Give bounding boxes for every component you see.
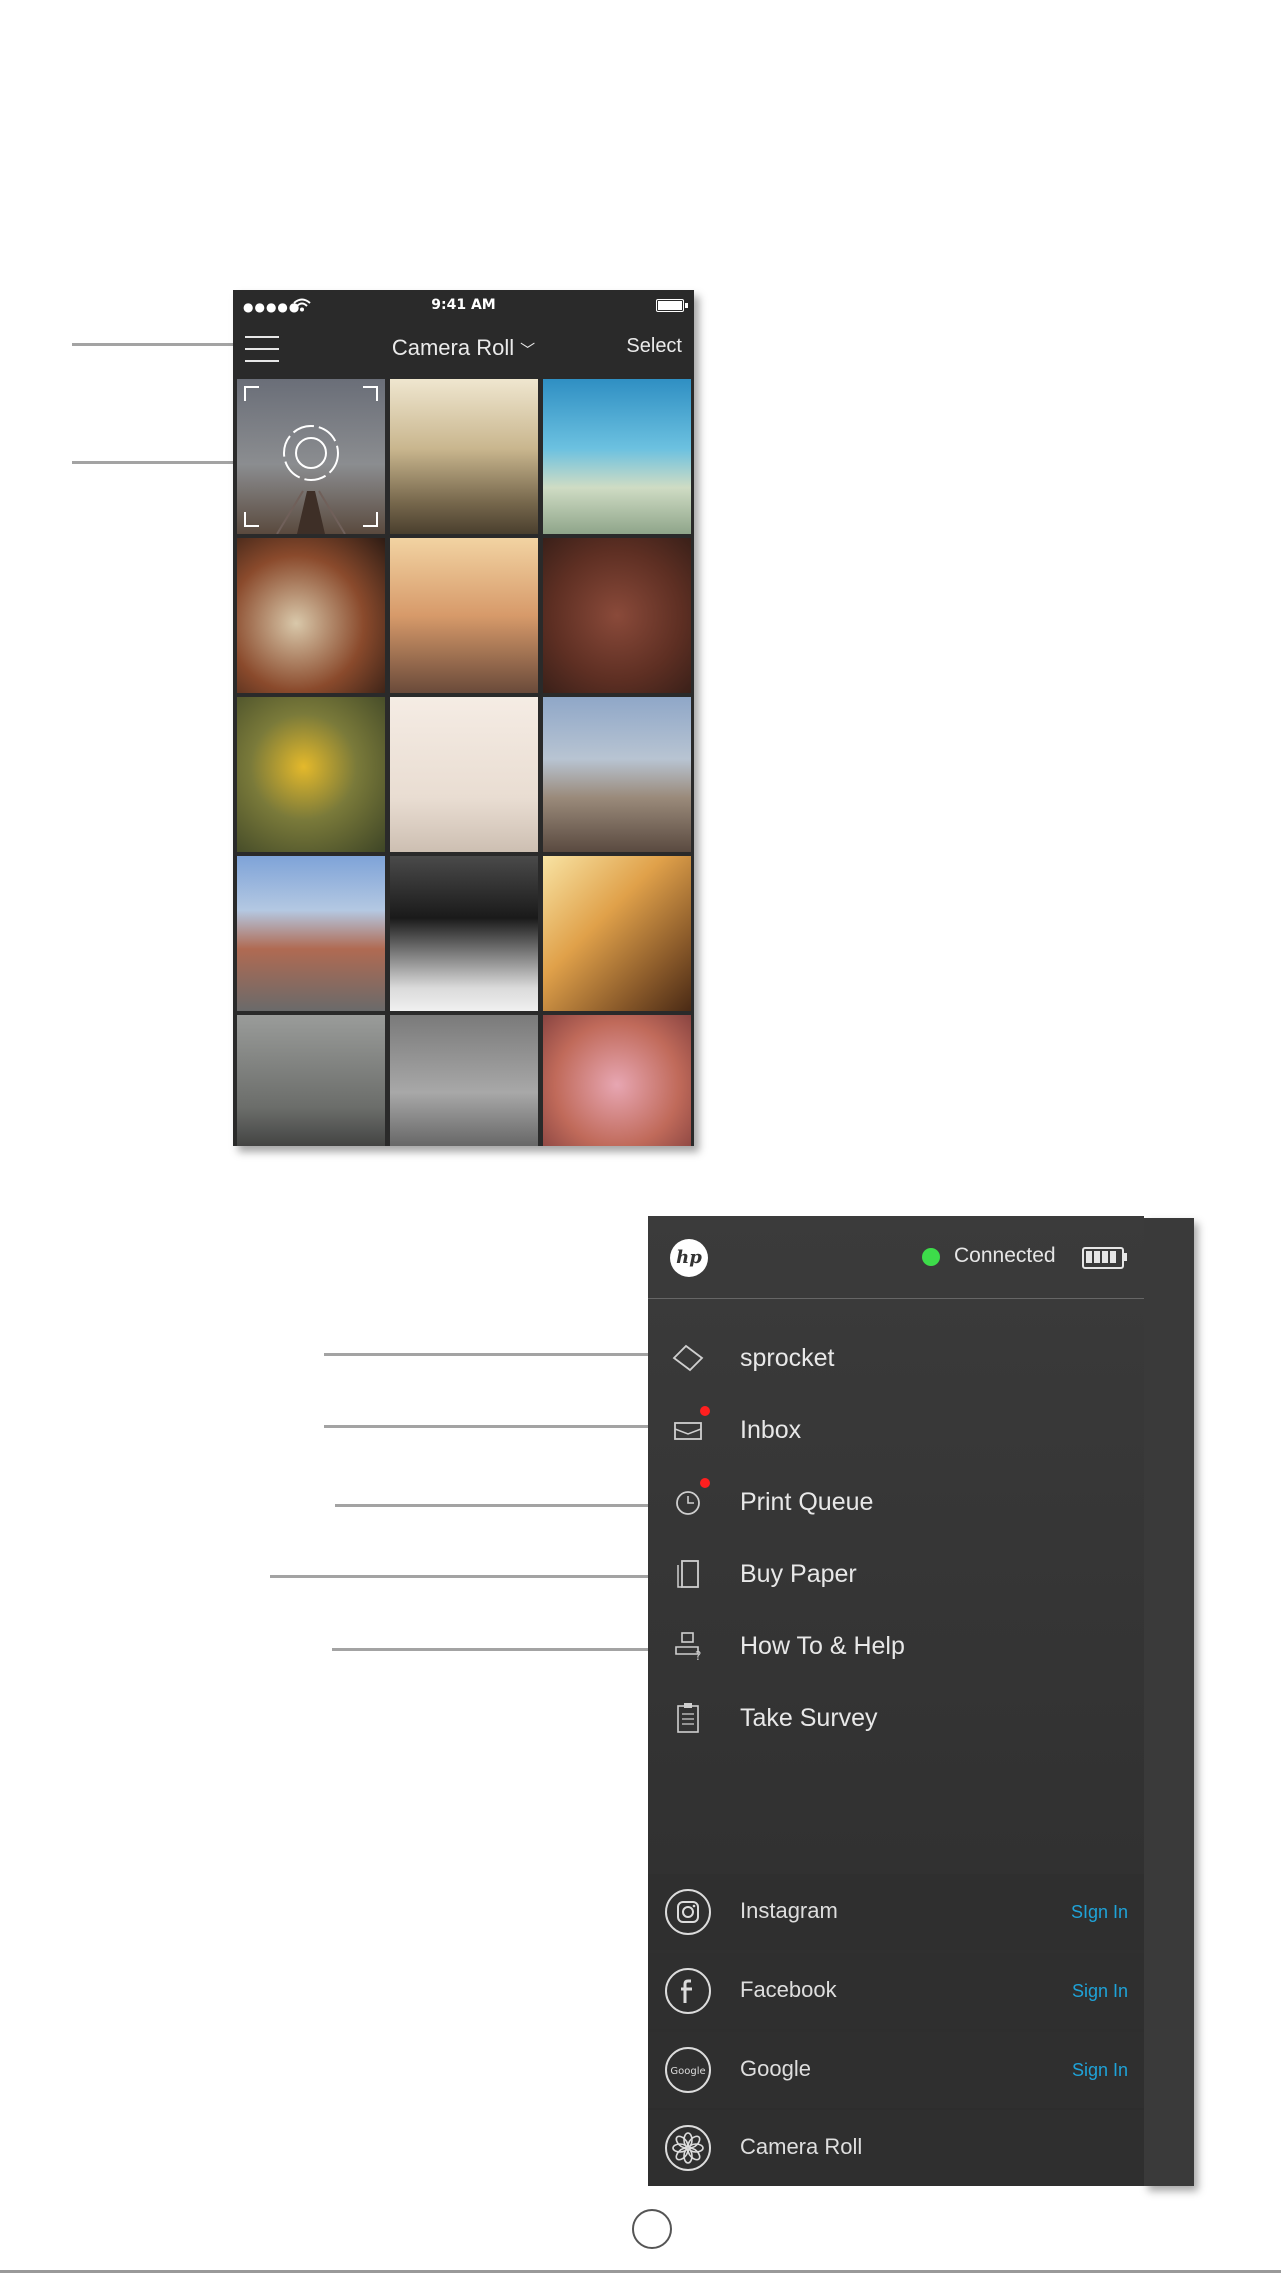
battery-nub	[685, 303, 688, 308]
hp-logo-icon: hp	[670, 1239, 708, 1277]
status-time: 9:41 AM	[431, 297, 496, 313]
menu-item-buy-paper[interactable]: Buy Paper	[648, 1544, 1144, 1604]
facebook-sign-in-link[interactable]: Sign In	[1072, 1981, 1128, 2002]
help-icon: ?	[675, 1632, 701, 1663]
photo-sandwich[interactable]	[237, 538, 385, 693]
menu-item-sprocket[interactable]: sprocket	[648, 1328, 1144, 1388]
battery-nub	[1124, 1253, 1127, 1261]
nav-bar: Camera Roll ﹀ Select	[233, 322, 694, 380]
social-row-camera-roll[interactable]: Camera Roll	[648, 2110, 1144, 2186]
social-label: Instagram	[740, 1898, 838, 1923]
photo-palm-trees[interactable]	[390, 697, 538, 852]
camera-viewfinder-icon	[244, 386, 378, 534]
google-icon: Google	[665, 2047, 711, 2093]
leader-line	[335, 1504, 665, 1507]
album-title: Camera Roll	[391, 335, 515, 360]
instagram-sign-in-link[interactable]: SIgn In	[1071, 1902, 1128, 1923]
photo-hiker-mountain[interactable]	[390, 379, 538, 534]
menu-item-how-to-help[interactable]: ? How To & Help	[648, 1616, 1144, 1676]
photo-beer-flight[interactable]	[543, 538, 691, 693]
menu-background-edge	[1144, 1218, 1194, 2186]
photo-friends-selfie[interactable]	[390, 538, 538, 693]
menu-item-label: Print Queue	[740, 1488, 874, 1516]
facebook-icon	[665, 1968, 711, 2014]
leader-line	[72, 461, 244, 464]
photo-cupcakes[interactable]	[543, 1015, 691, 1146]
menu-header: hp Connected	[648, 1216, 1144, 1299]
social-row-instagram[interactable]: Instagram SIgn In	[648, 1874, 1144, 1950]
menu-item-label: Buy Paper	[740, 1560, 857, 1588]
select-button[interactable]: Select	[626, 335, 682, 358]
printer-battery-icon	[1082, 1247, 1124, 1269]
sprocket-icon	[672, 1344, 704, 1372]
instagram-icon	[665, 1889, 711, 1935]
menu-item-print-queue[interactable]: Print Queue	[648, 1472, 1144, 1532]
clock-icon	[676, 1491, 700, 1515]
menu-item-inbox[interactable]: Inbox	[648, 1400, 1144, 1460]
inbox-notification-badge	[700, 1406, 710, 1416]
google-sign-in-link[interactable]: Sign In	[1072, 2060, 1128, 2081]
camera-tile[interactable]	[237, 379, 385, 534]
photo-woman-sunset[interactable]	[543, 856, 691, 1011]
leader-line	[324, 1353, 654, 1356]
chevron-down-icon: ﹀	[520, 342, 536, 359]
menu-item-label: Inbox	[740, 1416, 802, 1444]
social-row-facebook[interactable]: Facebook Sign In	[648, 1953, 1144, 2029]
social-label: Google	[740, 2056, 811, 2081]
social-row-google[interactable]: Google Google Sign In	[648, 2032, 1144, 2108]
social-label: Facebook	[740, 1977, 837, 2002]
album-selector[interactable]: Camera Roll ﹀	[233, 335, 694, 361]
photo-railroad-tracks[interactable]	[543, 697, 691, 852]
page-number-circle	[632, 2209, 672, 2249]
photo-tower-bridge[interactable]	[237, 1015, 385, 1146]
social-label: Camera Roll	[740, 2134, 863, 2159]
menu-item-take-survey[interactable]: Take Survey	[648, 1688, 1144, 1748]
survey-icon	[677, 1703, 699, 1733]
connection-status-dot	[922, 1248, 940, 1266]
battery-icon	[656, 299, 684, 312]
leader-line	[72, 343, 242, 346]
photo-palm-beach-van[interactable]	[543, 379, 691, 534]
inbox-icon	[674, 1422, 702, 1440]
connection-status: Connected	[954, 1244, 1056, 1267]
status-bar: ●●●●● 9:41 AM	[233, 290, 694, 322]
photo-hotel-building[interactable]	[237, 856, 385, 1011]
side-menu: hp Connected sprocket Inbox Print Queue	[648, 1216, 1144, 2186]
menu-item-label: sprocket	[740, 1344, 835, 1372]
paper-icon	[677, 1560, 699, 1588]
leader-line	[270, 1575, 662, 1578]
photo-camera-person[interactable]	[390, 856, 538, 1011]
menu-item-label: Take Survey	[740, 1704, 878, 1732]
photo-sunflower[interactable]	[237, 697, 385, 852]
camera-roll-icon	[665, 2125, 711, 2171]
photo-dreamcatcher[interactable]	[390, 1015, 538, 1146]
leader-line	[332, 1648, 659, 1651]
svg-text:?: ?	[695, 1649, 701, 1663]
leader-line	[324, 1425, 657, 1428]
google-icon-text: Google	[670, 2066, 705, 2077]
print-queue-notification-badge	[700, 1478, 710, 1488]
camera-roll-screen: ●●●●● 9:41 AM Camera Roll ﹀ Select	[233, 290, 694, 1146]
menu-item-label: How To & Help	[740, 1632, 905, 1660]
